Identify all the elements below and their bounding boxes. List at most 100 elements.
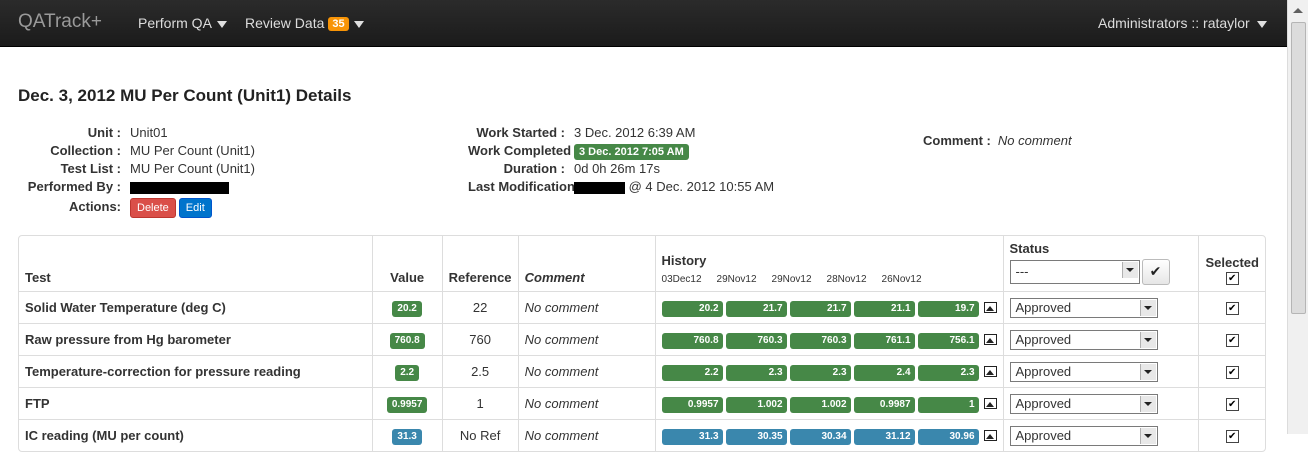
- unit-label: Unit :: [87, 125, 121, 140]
- test-value-badge: 760.8: [389, 332, 425, 349]
- row-select-checkbox[interactable]: ✔: [1225, 334, 1239, 348]
- status-filter-select[interactable]: ---: [1009, 260, 1140, 284]
- user-label: Administrators :: rataylor: [1098, 15, 1250, 31]
- selected-title: Selected: [1205, 254, 1259, 270]
- actions-label: Actions:: [69, 199, 121, 214]
- work-completed-label: Work Completed :: [468, 143, 579, 158]
- apply-status-button[interactable]: ✔: [1141, 259, 1170, 285]
- caret-down-icon: [353, 20, 364, 28]
- test-value-badge: 31.3: [392, 428, 422, 445]
- work-completed-badge: 3 Dec. 2012 7:05 AM: [574, 144, 689, 160]
- row-select-checkbox[interactable]: ✔: [1225, 302, 1239, 316]
- collection-value: MU Per Count (Unit1): [130, 143, 255, 158]
- chart-image-icon[interactable]: [983, 301, 997, 313]
- reference-value: 2.5: [441, 355, 518, 387]
- history-value: 21.7: [789, 300, 851, 317]
- history-value: 761.1: [853, 332, 915, 349]
- history-value: 1.002: [789, 396, 851, 413]
- history-value: 1: [917, 396, 979, 413]
- table-row: FTP 0.9957 1 No comment 0.9957 1.002 1.002 0.99…: [19, 387, 1265, 419]
- row-comment: No comment: [517, 323, 655, 355]
- status-select[interactable]: Approved: [1009, 361, 1158, 382]
- chart-image-icon[interactable]: [983, 365, 997, 377]
- test-list-value: MU Per Count (Unit1): [130, 161, 255, 176]
- performed-by-label: Performed By :: [27, 179, 121, 194]
- history-value: 31.12: [853, 428, 915, 445]
- history-date: 03Dec12: [661, 274, 702, 285]
- status-value: Approved: [1015, 363, 1072, 379]
- col-status-header: Status --- ✔: [1002, 236, 1199, 291]
- col-reference-header: Reference: [441, 236, 518, 291]
- scroll-up-icon[interactable]: [1293, 8, 1303, 13]
- comment-value: No comment: [997, 133, 1072, 148]
- col-history-header: History 03Dec12 29Nov12 29Nov12 28Nov12 26No…: [654, 236, 1003, 291]
- reference-value: 760: [441, 323, 518, 355]
- history-value: 2.3: [789, 364, 851, 381]
- status-select[interactable]: Approved: [1009, 297, 1158, 318]
- edit-button[interactable]: Edit: [178, 197, 212, 218]
- redacted-user: [574, 181, 625, 194]
- test-value-badge: 20.2: [392, 300, 422, 317]
- dropdown-arrow-icon: [1139, 395, 1156, 412]
- history-value: 0.9957: [661, 396, 723, 413]
- review-data-label: Review Data: [245, 15, 325, 31]
- history-value: 2.2: [661, 364, 723, 381]
- brand-logo[interactable]: QATrack+: [18, 11, 102, 33]
- history-value: 19.7: [917, 300, 979, 317]
- status-select[interactable]: Approved: [1009, 425, 1158, 446]
- chart-image-icon[interactable]: [983, 333, 997, 345]
- delete-button[interactable]: Delete: [130, 197, 176, 218]
- history-value: 760.8: [661, 332, 723, 349]
- dropdown-arrow-icon: [1139, 363, 1156, 380]
- test-name: IC reading (MU per count): [19, 419, 372, 451]
- duration-label: Duration :: [503, 161, 565, 176]
- checkmark-icon: ✔: [1149, 263, 1162, 279]
- history-value: 1.002: [725, 396, 787, 413]
- table-row: Temperature-correction for pressure read…: [19, 355, 1265, 387]
- top-navbar: QATrack+ Perform QA Review Data 35 Admini…: [0, 0, 1288, 47]
- scrollbar-thumb[interactable]: [1291, 22, 1306, 314]
- col-selected-header: Selected ✔: [1198, 236, 1265, 291]
- work-started-label: Work Started :: [476, 125, 565, 140]
- caret-down-icon: [1256, 20, 1267, 28]
- chart-image-icon[interactable]: [983, 429, 997, 441]
- row-select-checkbox[interactable]: ✔: [1225, 366, 1239, 380]
- status-select[interactable]: Approved: [1009, 393, 1158, 414]
- status-value: Approved: [1015, 299, 1072, 315]
- history-value: 2.3: [917, 364, 979, 381]
- user-menu[interactable]: Administrators :: rataylor: [1098, 15, 1267, 31]
- status-select[interactable]: Approved: [1009, 329, 1158, 350]
- reference-value: 1: [441, 387, 518, 419]
- history-date: 26Nov12: [881, 274, 922, 285]
- row-select-checkbox[interactable]: ✔: [1225, 430, 1239, 444]
- window-scrollbar[interactable]: [1287, 0, 1308, 434]
- chart-image-icon[interactable]: [983, 397, 997, 409]
- table-row: Raw pressure from Hg barometer 760.8 760 No…: [19, 323, 1265, 355]
- work-started-value: 3 Dec. 2012 6:39 AM: [574, 125, 696, 140]
- detail-list-left: Unit : Unit01 Collection : MU Per Count (U…: [0, 124, 255, 220]
- test-name: Raw pressure from Hg barometer: [19, 323, 372, 355]
- test-value-badge: 0.9957: [386, 396, 428, 413]
- row-select-checkbox[interactable]: ✔: [1225, 398, 1239, 412]
- history-dates: 03Dec12 29Nov12 29Nov12 28Nov12 26Nov12: [662, 274, 997, 285]
- collection-label: Collection :: [50, 143, 121, 158]
- history-value: 30.96: [917, 428, 979, 445]
- test-list-label: Test List :: [60, 161, 121, 176]
- page-title: Dec. 3, 2012 MU Per Count (Unit1) Detail…: [18, 86, 352, 105]
- perform-qa-menu[interactable]: Perform QA: [138, 15, 227, 31]
- history-title: History: [661, 253, 707, 268]
- col-comment-header: Comment: [517, 236, 655, 291]
- history-value: 2.3: [725, 364, 787, 381]
- table-row: IC reading (MU per count) 31.3 No Ref No co…: [19, 419, 1265, 451]
- review-data-menu[interactable]: Review Data 35: [245, 15, 364, 31]
- duration-value: 0d 0h 26m 17s: [574, 161, 661, 176]
- history-value: 30.35: [725, 428, 787, 445]
- unit-value: Unit01: [130, 125, 168, 140]
- history-date: 28Nov12: [826, 274, 867, 285]
- redacted-user: [130, 181, 229, 194]
- test-value-badge: 2.2: [395, 364, 420, 381]
- select-all-checkbox[interactable]: ✔: [1225, 272, 1239, 285]
- test-name: FTP: [19, 387, 372, 419]
- last-modification-value: @ 4 Dec. 2012 10:55 AM: [628, 179, 775, 194]
- history-date: 29Nov12: [771, 274, 812, 285]
